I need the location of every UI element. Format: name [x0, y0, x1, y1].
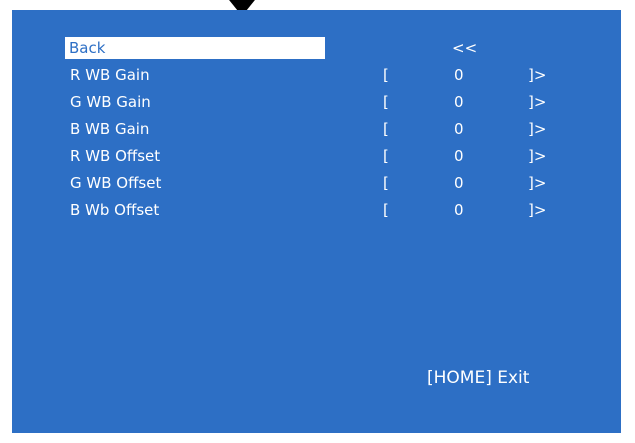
- menu-item-label: G WB Gain: [70, 93, 151, 111]
- menu-row-r-wb-gain[interactable]: R WB Gain [ 0 ]>: [12, 62, 621, 88]
- right-bracket-arrow[interactable]: ]>: [528, 116, 546, 142]
- right-bracket-arrow[interactable]: ]>: [528, 89, 546, 115]
- right-bracket-arrow[interactable]: ]>: [528, 197, 546, 223]
- back-label[interactable]: Back: [65, 37, 325, 59]
- menu-item-value: 0: [454, 174, 464, 192]
- menu-item-value: 0: [454, 147, 464, 165]
- osd-menu-panel: Back << R WB Gain [ 0 ]> G WB Gain [ 0 ]…: [12, 10, 621, 433]
- menu-row-back[interactable]: Back <<: [12, 35, 621, 61]
- right-bracket-arrow[interactable]: ]>: [528, 170, 546, 196]
- menu-item-value: 0: [454, 93, 464, 111]
- screen: Back << R WB Gain [ 0 ]> G WB Gain [ 0 ]…: [0, 0, 635, 443]
- menu-item-value: 0: [454, 120, 464, 138]
- menu-row-b-wb-offset[interactable]: B Wb Offset [ 0 ]>: [12, 197, 621, 223]
- right-bracket-arrow[interactable]: ]>: [528, 143, 546, 169]
- menu-row-b-wb-gain[interactable]: B WB Gain [ 0 ]>: [12, 116, 621, 142]
- left-bracket: [: [383, 93, 389, 111]
- left-bracket: [: [383, 201, 389, 219]
- left-bracket: [: [383, 147, 389, 165]
- menu-item-value: 0: [454, 201, 464, 219]
- left-bracket: [: [383, 174, 389, 192]
- menu-row-g-wb-offset[interactable]: G WB Offset [ 0 ]>: [12, 170, 621, 196]
- menu-row-g-wb-gain[interactable]: G WB Gain [ 0 ]>: [12, 89, 621, 115]
- menu-item-label: B WB Gain: [70, 120, 150, 138]
- menu-item-label: B Wb Offset: [70, 201, 160, 219]
- menu-item-label: R WB Offset: [70, 147, 161, 165]
- menu-item-label: R WB Gain: [70, 66, 150, 84]
- menu-item-value: 0: [454, 66, 464, 84]
- right-bracket-arrow[interactable]: ]>: [528, 62, 546, 88]
- exit-hint: [HOME] Exit: [427, 368, 530, 388]
- menu-row-r-wb-offset[interactable]: R WB Offset [ 0 ]>: [12, 143, 621, 169]
- back-indicator: <<: [452, 39, 478, 57]
- left-bracket: [: [383, 120, 389, 138]
- left-bracket: [: [383, 66, 389, 84]
- menu-item-label: G WB Offset: [70, 174, 162, 192]
